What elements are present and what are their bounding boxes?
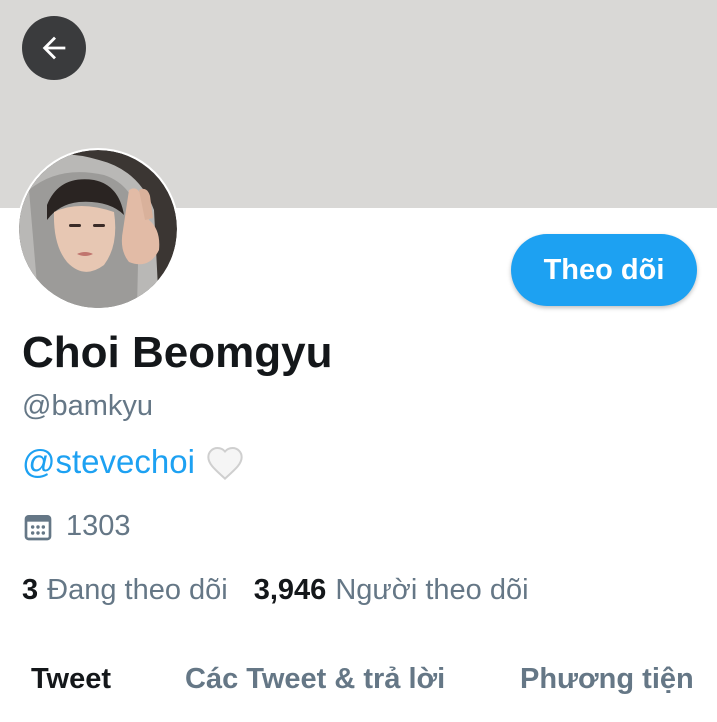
following-label: Đang theo dõi: [47, 574, 228, 606]
username-handle: @bamkyu: [22, 390, 153, 422]
joined-text: 1303: [66, 510, 131, 542]
back-button[interactable]: [22, 16, 86, 80]
follow-stats: 3 Đang theo dõi 3,946 Người theo dõi: [22, 574, 529, 607]
followers-count: 3,946: [253, 574, 327, 606]
follow-button[interactable]: Theo dõi: [511, 234, 697, 306]
white-heart-icon: [205, 443, 245, 481]
bio: @stevechoi: [22, 443, 245, 481]
joined-date: 1303: [22, 510, 131, 543]
bio-mention-link[interactable]: @stevechoi: [22, 443, 195, 481]
tab-media[interactable]: Phương tiện: [520, 663, 694, 696]
tab-tweets-and-replies[interactable]: Các Tweet & trả lời: [185, 663, 445, 696]
profile-tabs: Tweet Các Tweet & trả lời Phương tiện: [0, 655, 717, 722]
followers-label: Người theo dõi: [335, 574, 529, 606]
following-link[interactable]: 3 Đang theo dõi: [22, 574, 228, 607]
tab-tweets[interactable]: Tweet: [31, 663, 111, 696]
display-name: Choi Beomgyu: [22, 328, 333, 377]
followers-link[interactable]: 3,946 Người theo dõi: [254, 574, 529, 607]
following-count: 3: [22, 574, 39, 606]
arrow-left-icon: [42, 36, 66, 60]
avatar-photo: [19, 150, 177, 308]
avatar[interactable]: [17, 148, 179, 310]
calendar-icon: [24, 514, 52, 540]
